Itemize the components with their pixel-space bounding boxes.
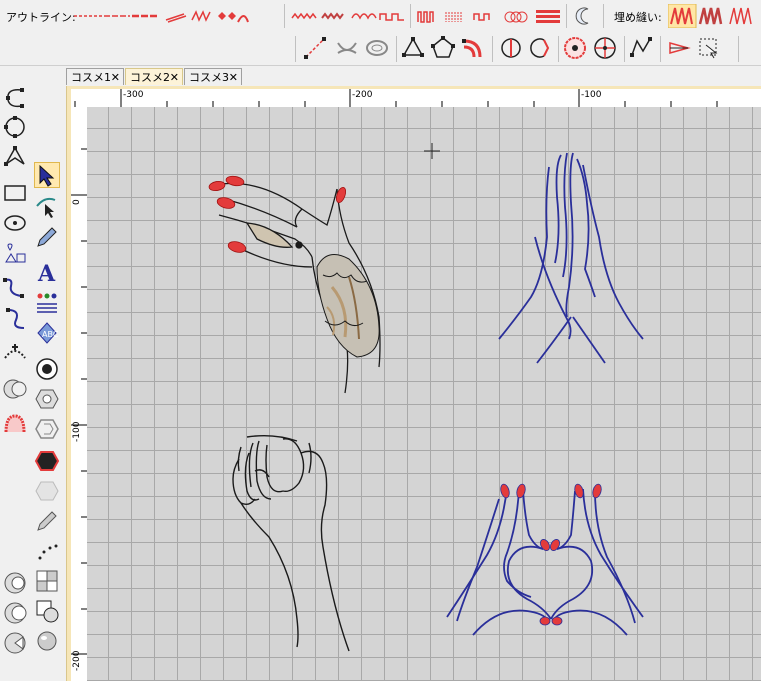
hexagon-red-icon[interactable] — [34, 448, 60, 474]
direction-arrow-icon[interactable] — [666, 35, 692, 61]
hexagon-gray-icon[interactable] — [34, 386, 60, 412]
outline-stitch-satin[interactable] — [414, 6, 564, 26]
tab-label: コスメ2 — [130, 71, 170, 84]
shape-toolbar — [0, 32, 761, 66]
radial-circle-icon[interactable] — [562, 35, 588, 61]
ruler-tick-label: -200 — [72, 650, 82, 671]
svg-text:ABC: ABC — [42, 330, 59, 339]
circle-split-icon[interactable] — [498, 35, 524, 61]
spiral-curve-icon[interactable] — [2, 304, 28, 330]
motif-fill-icon[interactable] — [2, 412, 28, 438]
tab-close-icon[interactable]: ✕ — [229, 69, 238, 86]
closed-curve-icon[interactable] — [2, 114, 28, 140]
tab-cosme2[interactable]: コスメ2 ✕ — [125, 68, 183, 85]
design-hand-with-lace — [214, 182, 381, 394]
bezier-curve-icon[interactable] — [2, 84, 28, 110]
rectangle-tool-icon[interactable] — [2, 180, 28, 206]
crosshair-cursor-icon — [424, 143, 440, 159]
freehand-curve-icon[interactable] — [2, 274, 28, 300]
sphere-icon[interactable] — [34, 628, 60, 654]
select-arrow-icon[interactable] — [34, 162, 60, 188]
line-tool-icon[interactable] — [302, 35, 328, 61]
design-praying-hands — [498, 152, 644, 364]
embroidery-artwork — [208, 143, 644, 652]
pen-tool-icon[interactable] — [34, 224, 60, 250]
monogram-icon[interactable] — [34, 290, 60, 316]
outline-stitch-zigzags[interactable] — [162, 6, 250, 26]
tab-close-icon[interactable]: ✕ — [170, 69, 179, 86]
cross-circle-icon[interactable] — [592, 35, 618, 61]
tab-close-icon[interactable]: ✕ — [111, 69, 120, 86]
hexagon-light-icon[interactable] — [34, 478, 60, 504]
polyline-icon[interactable] — [628, 35, 654, 61]
ruler-tick-label: -100 — [72, 421, 82, 442]
crescent-c-icon[interactable] — [2, 630, 28, 656]
hexagon-outline-icon[interactable] — [34, 416, 60, 442]
ring-tool-icon[interactable] — [364, 35, 390, 61]
document-tab-bar: コスメ1 ✕ コスメ2 ✕ コスメ3 ✕ — [66, 66, 761, 86]
left-toolbar-primary — [0, 78, 30, 681]
triangle-node-icon[interactable] — [400, 35, 426, 61]
text-tool-icon[interactable]: A — [34, 260, 60, 287]
design-heart-hands — [446, 486, 644, 636]
shape-library-icon[interactable] — [2, 240, 28, 266]
crescent-b-icon[interactable] — [2, 600, 28, 626]
left-toolbar-secondary: A ABC — [32, 158, 62, 681]
node-select-icon[interactable] — [696, 35, 722, 61]
shape-combine-icon[interactable] — [34, 598, 60, 624]
curve-node-icon[interactable] — [460, 35, 486, 61]
outline-stitch-dashes[interactable] — [72, 6, 160, 26]
ruler-tick-label: -200 — [352, 90, 373, 100]
eraser-pen-icon[interactable] — [34, 508, 60, 534]
ruler-tick-label: 0 — [72, 199, 82, 205]
outline-toolbar: アウトライン: 埋め縫い: — [0, 0, 761, 33]
auto-digitize-icon[interactable]: ABC — [34, 320, 60, 346]
crescent-a-icon[interactable] — [2, 570, 28, 596]
applique-icon[interactable] — [2, 376, 28, 402]
crescent-stitch-icon[interactable] — [570, 3, 596, 29]
vertical-ruler: 0 -100 -200 — [71, 107, 88, 681]
pentagon-node-icon[interactable] — [430, 35, 456, 61]
ruler-tick-label: -300 — [123, 90, 144, 100]
grid-fill-icon[interactable] — [34, 568, 60, 594]
outline-stitch-waves[interactable] — [290, 6, 408, 26]
circle-cut-icon[interactable] — [526, 35, 552, 61]
fill-stitch-label: 埋め縫い: — [614, 11, 662, 24]
target-icon[interactable] — [34, 356, 60, 382]
tab-cosme1[interactable]: コスメ1 ✕ — [66, 68, 124, 85]
tab-label: コスメ3 — [189, 71, 229, 84]
fill-stitch-zigzags[interactable] — [668, 4, 760, 28]
node-edit-icon[interactable] — [34, 194, 60, 220]
freeform-node-icon[interactable] — [2, 144, 28, 170]
arch-text-icon[interactable] — [2, 340, 28, 366]
svg-text:A: A — [37, 261, 56, 286]
arc-tool-icon[interactable] — [334, 35, 360, 61]
horizontal-ruler: -300 -200 -100 — [71, 89, 761, 108]
tab-label: コスメ1 — [71, 71, 111, 84]
ruler-tick-label: -100 — [581, 90, 602, 100]
tab-cosme3[interactable]: コスメ3 ✕ — [184, 68, 242, 85]
design-clasped-hands — [232, 434, 350, 652]
dotted-curve-icon[interactable] — [34, 538, 60, 564]
ellipse-tool-icon[interactable] — [2, 210, 28, 236]
outline-label: アウトライン: — [6, 11, 76, 24]
design-canvas[interactable] — [87, 107, 761, 681]
